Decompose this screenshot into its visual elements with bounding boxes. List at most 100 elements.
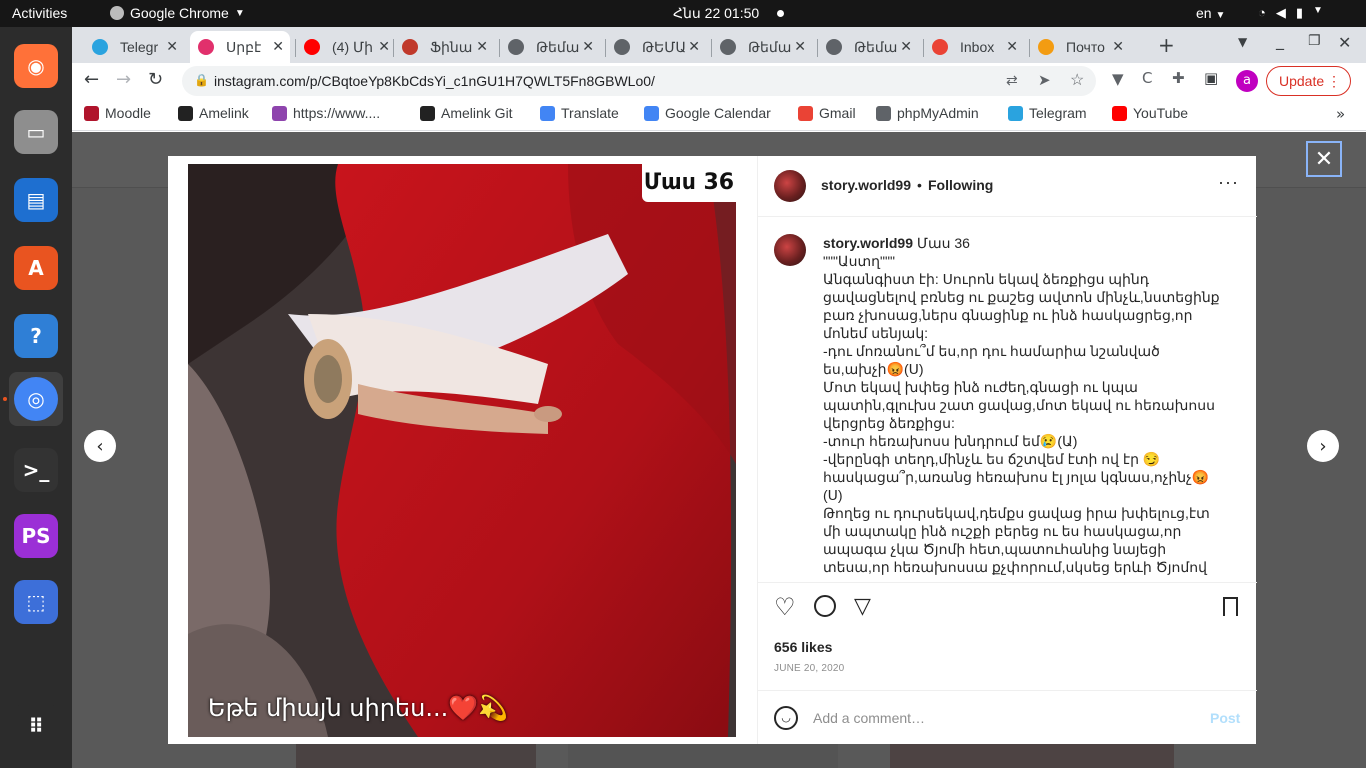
extension-c-icon[interactable]: C: [1142, 69, 1152, 87]
bookmark-7[interactable]: Gmail: [798, 105, 856, 121]
bookmark-favicon-icon: [178, 105, 193, 121]
bookmark-10[interactable]: YouTube: [1112, 105, 1188, 121]
close-window-icon[interactable]: ✕: [1338, 33, 1351, 52]
bookmark-8[interactable]: phpMyAdmin: [876, 105, 979, 121]
likes-count[interactable]: 656 likes: [774, 639, 832, 655]
caption-username[interactable]: story.world99: [823, 235, 913, 251]
activities-button[interactable]: Activities: [12, 5, 67, 21]
firefox-glyph: ◉: [14, 44, 58, 88]
bookmark-label: Moodle: [105, 105, 151, 121]
system-menu[interactable]: ◔ ◀ ▮ ▼: [1258, 5, 1323, 21]
tab-8[interactable]: Թեմա ✕: [818, 31, 918, 63]
firefox-icon[interactable]: ◉: [9, 39, 63, 93]
comment-icon[interactable]: [814, 595, 836, 617]
comment-form: ◡ Add a comment… Post: [758, 692, 1257, 744]
bookmark-favicon-icon: [272, 105, 287, 121]
help-icon[interactable]: ?: [9, 309, 63, 363]
tab-7[interactable]: Թեմա ✕: [712, 31, 812, 63]
actions-section: ♡ ▽ 656 likes JUNE 20, 2020: [758, 582, 1257, 691]
tab-1[interactable]: Telegr ✕: [84, 31, 184, 63]
extension-v-icon[interactable]: ▼: [1112, 70, 1124, 88]
chevron-down-icon: ▼: [234, 7, 245, 19]
tab-5[interactable]: Թեմա ✕: [500, 31, 600, 63]
post-comment-button[interactable]: Post: [1210, 710, 1240, 726]
screenshot-icon[interactable]: ⬚: [9, 575, 63, 629]
caption-avatar[interactable]: [774, 234, 806, 266]
apps-grid-icon[interactable]: ⠿: [9, 699, 63, 753]
bookmark-star-icon[interactable]: ☆: [1070, 70, 1084, 90]
like-icon[interactable]: ♡: [774, 593, 796, 622]
tab-close-icon[interactable]: ✕: [794, 38, 806, 55]
clock[interactable]: Հնս 22 01:50: [673, 5, 759, 22]
tab-close-icon[interactable]: ✕: [476, 38, 488, 55]
send-icon[interactable]: ➤: [1038, 71, 1051, 89]
software-icon[interactable]: A: [9, 241, 63, 295]
phpstorm-icon[interactable]: PS: [9, 509, 63, 563]
bookmark-2[interactable]: Amelink: [178, 105, 249, 121]
tab-close-icon[interactable]: ✕: [272, 38, 284, 55]
tab-3[interactable]: (4) Մի ✕: [296, 31, 396, 63]
reload-icon[interactable]: ↻: [148, 69, 163, 90]
bookmark-5[interactable]: Translate: [540, 105, 619, 121]
tab-9[interactable]: Inbox ✕: [924, 31, 1024, 63]
tab-close-icon[interactable]: ✕: [378, 38, 390, 55]
tab-close-icon[interactable]: ✕: [900, 38, 912, 55]
writer-icon[interactable]: ▤: [9, 173, 63, 227]
save-icon[interactable]: [1223, 597, 1238, 616]
phpstorm-glyph: PS: [14, 514, 58, 558]
translate-icon[interactable]: ⇄: [1006, 72, 1018, 89]
tab-label: (4) Մի: [332, 38, 373, 55]
bookmark-label: Google Calendar: [665, 105, 771, 121]
more-bookmarks-icon[interactable]: »: [1336, 105, 1345, 123]
tab-close-icon[interactable]: ✕: [688, 38, 700, 55]
tab-2[interactable]: Սրբէ ✕: [190, 31, 290, 63]
profile-avatar[interactable]: a: [1236, 70, 1258, 92]
bookmark-label: phpMyAdmin: [897, 105, 979, 121]
tab-close-icon[interactable]: ✕: [1112, 38, 1124, 55]
tab-close-icon[interactable]: ✕: [582, 38, 594, 55]
tab-separator: [295, 39, 296, 57]
app-name-label: Google Chrome: [130, 5, 229, 21]
bookmark-4[interactable]: Amelink Git: [420, 105, 513, 121]
tab-close-icon[interactable]: ✕: [166, 38, 178, 55]
minimize-icon[interactable]: _: [1276, 31, 1284, 50]
extensions-puzzle-icon[interactable]: ✚: [1172, 69, 1185, 87]
address-bar[interactable]: 🔒 instagram.com/p/CBqtoeYp8KbCdsYi_c1nGU…: [182, 66, 1096, 96]
bookmark-6[interactable]: Google Calendar: [644, 105, 771, 121]
files-icon[interactable]: ▭: [9, 105, 63, 159]
post-date[interactable]: JUNE 20, 2020: [774, 663, 844, 674]
post-image[interactable]: Մաս 36 Եթե միայն սիրես...❤️💫: [188, 164, 736, 737]
emoji-icon[interactable]: ◡: [774, 706, 798, 730]
comment-input[interactable]: Add a comment…: [813, 710, 925, 726]
back-icon[interactable]: ←: [84, 69, 99, 90]
terminal-icon[interactable]: >_: [9, 443, 63, 497]
bookmark-favicon-icon: [84, 105, 99, 121]
tab-search-icon[interactable]: ▼: [1238, 35, 1247, 49]
bookmark-1[interactable]: Moodle: [84, 105, 151, 121]
share-icon[interactable]: ▽: [854, 593, 871, 619]
more-options-icon[interactable]: ···: [1218, 172, 1239, 193]
chrome-small-icon: [110, 6, 124, 20]
bookmark-9[interactable]: Telegram: [1008, 105, 1087, 121]
close-modal-button[interactable]: ✕: [1306, 141, 1342, 177]
tab-6[interactable]: ԹԵՄԱ ✕: [606, 31, 706, 63]
language-indicator[interactable]: en ▼: [1196, 5, 1225, 21]
caption-scroll-area[interactable]: story.world99 Մաս 36 """Աստղ""" Անգանգիս…: [758, 218, 1257, 582]
following-button[interactable]: Following: [928, 177, 993, 193]
tab-10[interactable]: Почто ✕: [1030, 31, 1130, 63]
new-tab-icon[interactable]: +: [1158, 33, 1175, 57]
forward-icon[interactable]: →: [116, 69, 131, 90]
tab-4[interactable]: Ֆինա ✕: [394, 31, 494, 63]
next-post-button[interactable]: ›: [1307, 430, 1339, 462]
update-button[interactable]: Update ⋮: [1266, 66, 1351, 96]
chrome-icon[interactable]: ◎: [9, 372, 63, 426]
bookmark-3[interactable]: https://www....: [272, 105, 380, 121]
tab-strip: Telegr ✕ Սրբէ ✕ (4) Մի ✕ Ֆինա ✕ Թեմա ✕ ԹԵՄԱ ✕ Թեմա ✕ Թ…: [72, 27, 1366, 63]
side-panel-icon[interactable]: ▣: [1204, 69, 1218, 87]
tab-close-icon[interactable]: ✕: [1006, 38, 1018, 55]
author-avatar[interactable]: [774, 170, 806, 202]
maximize-icon[interactable]: ❐: [1308, 33, 1321, 49]
previous-post-button[interactable]: ‹: [84, 430, 116, 462]
app-menu[interactable]: Google Chrome ▼: [110, 5, 245, 21]
author-username[interactable]: story.world99: [821, 177, 911, 193]
